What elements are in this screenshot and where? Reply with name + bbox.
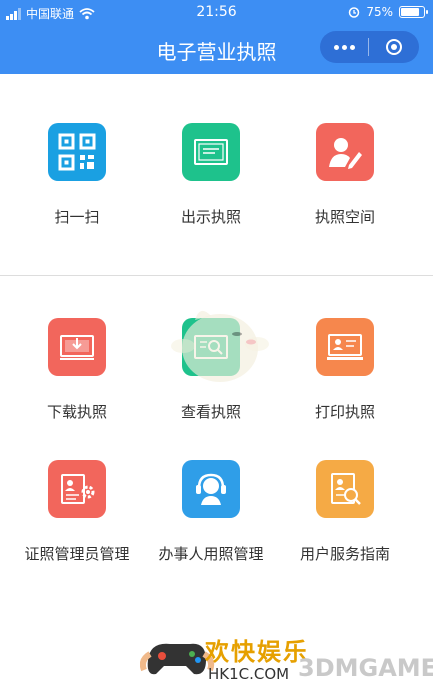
watermark-domain: HK1C.COM <box>208 665 290 683</box>
print-license-button[interactable]: 打印执照 <box>280 318 410 422</box>
target-icon <box>386 39 402 55</box>
service-guide-icon <box>316 460 374 518</box>
scan-button[interactable]: 扫一扫 <box>12 123 142 227</box>
status-bar: 中国联通 21:56 75% <box>0 0 433 26</box>
battery-percent: 75% <box>366 5 393 19</box>
download-license-icon <box>48 318 106 376</box>
admin-management-label: 证照管理员管理 <box>24 545 130 563</box>
battery-icon <box>399 6 428 18</box>
license-space-button[interactable]: 执照空间 <box>280 123 410 227</box>
alarm-icon <box>349 7 360 18</box>
watermark-brand-cn: 欢快娱乐 <box>205 638 309 666</box>
service-guide-label: 用户服务指南 <box>299 545 390 563</box>
close-mini-program-button[interactable] <box>369 39 419 55</box>
qr-scan-icon <box>48 123 106 181</box>
download-license-button[interactable]: 下载执照 <box>12 318 142 422</box>
agent-management-button[interactable]: 办事人用照管理 <box>146 460 276 564</box>
certificate-icon <box>182 123 240 181</box>
print-license-label: 打印执照 <box>314 403 375 421</box>
license-space-label: 执照空间 <box>314 208 375 226</box>
show-license-button[interactable]: 出示执照 <box>146 123 276 227</box>
status-right: 75% <box>348 5 428 19</box>
service-guide-button[interactable]: 用户服务指南 <box>280 460 410 564</box>
support-agent-icon <box>182 460 240 518</box>
view-license-label: 查看执照 <box>180 403 241 421</box>
show-license-label: 出示执照 <box>180 208 241 226</box>
download-license-label: 下载执照 <box>46 403 107 421</box>
mascot-watermark <box>171 310 269 382</box>
nav-bar: 电子营业执照 <box>0 26 433 74</box>
print-license-icon <box>316 318 374 376</box>
user-edit-icon <box>316 123 374 181</box>
admin-management-button[interactable]: 证照管理员管理 <box>12 460 142 564</box>
section-divider <box>0 275 433 276</box>
agent-management-label: 办事人用照管理 <box>158 545 264 563</box>
more-menu-button[interactable] <box>320 44 368 50</box>
scan-label: 扫一扫 <box>54 208 100 226</box>
mini-program-capsule <box>320 31 419 63</box>
watermark-brand-en: 3DMGAME <box>298 654 433 682</box>
admin-settings-icon <box>48 460 106 518</box>
